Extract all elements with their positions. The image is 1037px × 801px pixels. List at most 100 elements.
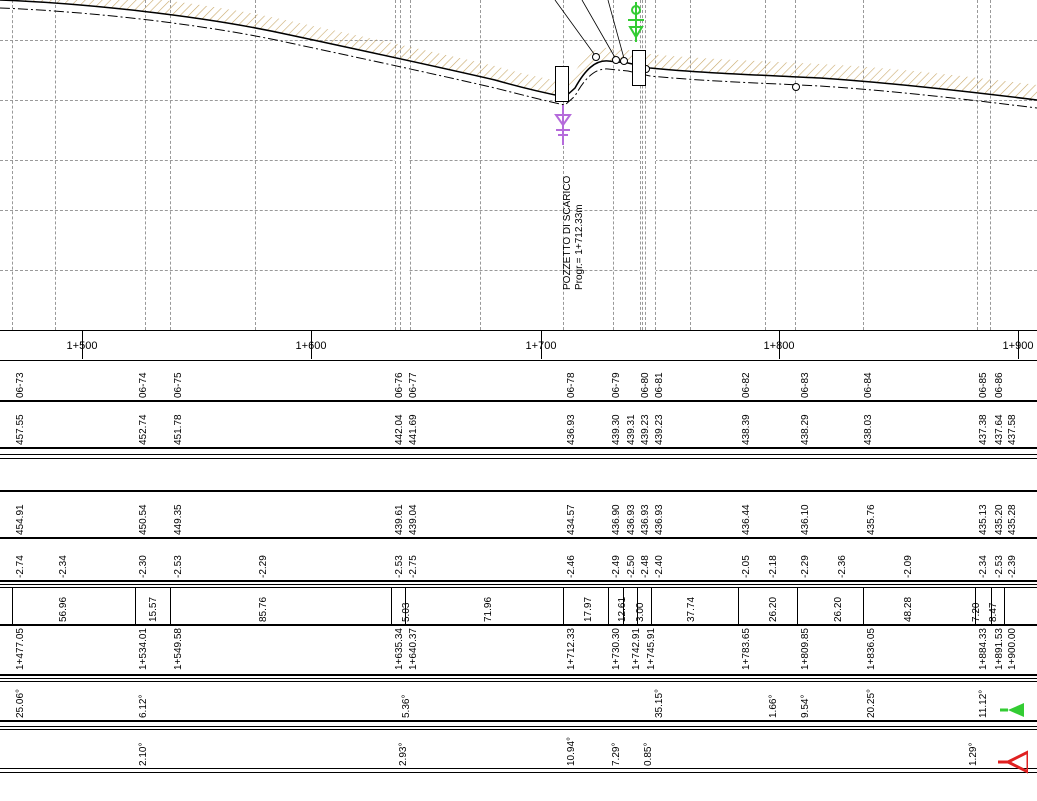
band-prog-value: 1+712.33 bbox=[566, 628, 577, 670]
band-diff-value: -2.34 bbox=[58, 555, 69, 578]
band-diff-value: -2.29 bbox=[800, 555, 811, 578]
band-elev2-value: 436.90 bbox=[611, 504, 622, 535]
band-slope1-value: 35.15° bbox=[654, 689, 665, 718]
band-elev2-value: 449.35 bbox=[173, 504, 184, 535]
band-elev1-value: 441.69 bbox=[408, 414, 419, 445]
band-elev1-value: 439.23 bbox=[640, 414, 651, 445]
leader-lines bbox=[0, 0, 1037, 330]
sfiatatoio-icon bbox=[626, 2, 646, 48]
band-ids-value: 06-86 bbox=[994, 372, 1005, 398]
band-prog-value: 1+783.65 bbox=[741, 628, 752, 670]
band-diff-value: -2.39 bbox=[1007, 555, 1018, 578]
band-elev2-value: 436.10 bbox=[800, 504, 811, 535]
band-prog-value: 1+635.34 bbox=[394, 628, 405, 670]
band-elev1-value: 436.93 bbox=[566, 414, 577, 445]
band-slope1-value: 5.36° bbox=[401, 695, 412, 718]
station-axis-band bbox=[0, 330, 1037, 360]
band-elev1-value: 438.39 bbox=[741, 414, 752, 445]
drawing-canvas: POZZETTO DI SCARICO Progr.= 1+712.33m 1+… bbox=[0, 0, 1037, 801]
scarico-icon bbox=[553, 105, 573, 151]
band-dist-value: 15.57 bbox=[148, 597, 159, 622]
band-ids-value: 06-74 bbox=[138, 372, 149, 398]
band-elev1-value: 442.04 bbox=[394, 414, 405, 445]
band-ids: 06-73 06-74 06-75 06-7606-77 06-78 06-79 06-80… bbox=[0, 360, 1037, 400]
band-dist-value: 7.20 bbox=[971, 603, 982, 622]
band-elev2-value: 436.93 bbox=[626, 504, 637, 535]
band-elev1-value: 452.74 bbox=[138, 414, 149, 445]
pozzetto-box-left bbox=[555, 66, 569, 102]
band-elev2-value: 435.76 bbox=[866, 504, 877, 535]
band-slope2-value: 2.93° bbox=[398, 743, 409, 766]
band-diff-value: -2.53 bbox=[394, 555, 405, 578]
band-ids-value: 06-80 bbox=[640, 372, 651, 398]
band-elev2-value: 450.54 bbox=[138, 504, 149, 535]
band-slope1: 25.06°6.12°5.36°35.15°1.66°9.54°20.25°11… bbox=[0, 678, 1037, 720]
band-ids-value: 06-76 bbox=[394, 372, 405, 398]
band-dist-value: 37.74 bbox=[686, 597, 697, 622]
red-arrow-icon bbox=[998, 750, 1028, 781]
band-elev1-value: 439.23 bbox=[654, 414, 665, 445]
band-elev1: 457.55452.74451.78442.04441.69436.93439.… bbox=[0, 402, 1037, 447]
band-ids-value: 06-77 bbox=[408, 372, 419, 398]
data-bands: 06-73 06-74 06-75 06-7606-77 06-78 06-79 06-80… bbox=[0, 330, 1037, 801]
profile-node bbox=[612, 56, 620, 64]
band-ids-value: 06-73 bbox=[15, 372, 26, 398]
band-elev2-value: 434.57 bbox=[566, 504, 577, 535]
band-dist-value: 17.97 bbox=[583, 597, 594, 622]
band-ids-value: 06-79 bbox=[611, 372, 622, 398]
band-dist-value: 8.47 bbox=[988, 603, 999, 622]
profile-node bbox=[592, 53, 600, 61]
band-diff-value: -2.34 bbox=[978, 555, 989, 578]
band-dist-value: 5.03 bbox=[401, 603, 412, 622]
band-prog-value: 1+640.37 bbox=[408, 628, 419, 670]
band-elev2-value: 435.13 bbox=[978, 504, 989, 535]
band-elev2-value: 435.20 bbox=[994, 504, 1005, 535]
band-elev1-value: 439.30 bbox=[611, 414, 622, 445]
band-elev1-value: 437.64 bbox=[994, 414, 1005, 445]
band-slope2-value: 7.29° bbox=[611, 743, 622, 766]
band-ids-value: 06-83 bbox=[800, 372, 811, 398]
band-slope2-value: 10.94° bbox=[566, 737, 577, 766]
band-elev2-value: 435.28 bbox=[1007, 504, 1018, 535]
band-elev2-value: 439.61 bbox=[394, 504, 405, 535]
band-diff-value: -2.40 bbox=[654, 555, 665, 578]
band-slope1-value: 9.54° bbox=[800, 695, 811, 718]
band-elev2-value: 454.91 bbox=[15, 504, 26, 535]
band-prog-value: 1+836.05 bbox=[866, 628, 877, 670]
band-empty bbox=[0, 454, 1037, 490]
band-slope2-value: 1.29° bbox=[968, 743, 979, 766]
band-ids-value: 06-75 bbox=[173, 372, 184, 398]
band-diff-value: -2.50 bbox=[626, 555, 637, 578]
band-elev1-value: 439.31 bbox=[626, 414, 637, 445]
band-diff-value: -2.18 bbox=[768, 555, 779, 578]
band-ids-value: 06-85 bbox=[978, 372, 989, 398]
band-elev2-value: 439.04 bbox=[408, 504, 419, 535]
band-elev2: 454.91 450.54 449.35 439.61439.04 434.57 436.… bbox=[0, 492, 1037, 537]
band-prog-value: 1+809.85 bbox=[800, 628, 811, 670]
band-elev2-value: 436.93 bbox=[640, 504, 651, 535]
band-slope1-value: 25.06° bbox=[15, 689, 26, 718]
band-dist-value: 85.76 bbox=[258, 597, 269, 622]
band-dist-value: 48.28 bbox=[903, 597, 914, 622]
band-elev1-value: 451.78 bbox=[173, 414, 184, 445]
band-slope2: 2.10°2.93°10.94°7.29°0.85°1.29° bbox=[0, 726, 1037, 768]
band-dist-value: 71.96 bbox=[483, 597, 494, 622]
band-prog-value: 1+742.91 bbox=[631, 628, 642, 670]
band-diff-value: -2.29 bbox=[258, 555, 269, 578]
band-ids-value: 06-78 bbox=[566, 372, 577, 398]
band-ids-value: 06-84 bbox=[863, 372, 874, 398]
band-diff: -2.74-2.34-2.30-2.53-2.29-2.53-2.75-2.46… bbox=[0, 542, 1037, 580]
band-slope1-value: 1.66° bbox=[768, 695, 779, 718]
band-dist: 56.9615.5785.765.0371.9617.9712.613.0037… bbox=[0, 584, 1037, 624]
band-diff-value: -2.48 bbox=[640, 555, 651, 578]
band-dist-value: 56.96 bbox=[58, 597, 69, 622]
band-elev1-value: 437.38 bbox=[978, 414, 989, 445]
band-ids-value: 06-81 bbox=[654, 372, 665, 398]
green-arrow-icon bbox=[1000, 700, 1024, 726]
band-prog-value: 1+730.30 bbox=[611, 628, 622, 670]
band-diff-value: -2.74 bbox=[15, 555, 26, 578]
profile-node bbox=[620, 57, 628, 65]
band-elev2-value: 436.44 bbox=[741, 504, 752, 535]
band-elev2-value: 436.93 bbox=[654, 504, 665, 535]
band-slope1-value: 11.12° bbox=[978, 690, 989, 718]
